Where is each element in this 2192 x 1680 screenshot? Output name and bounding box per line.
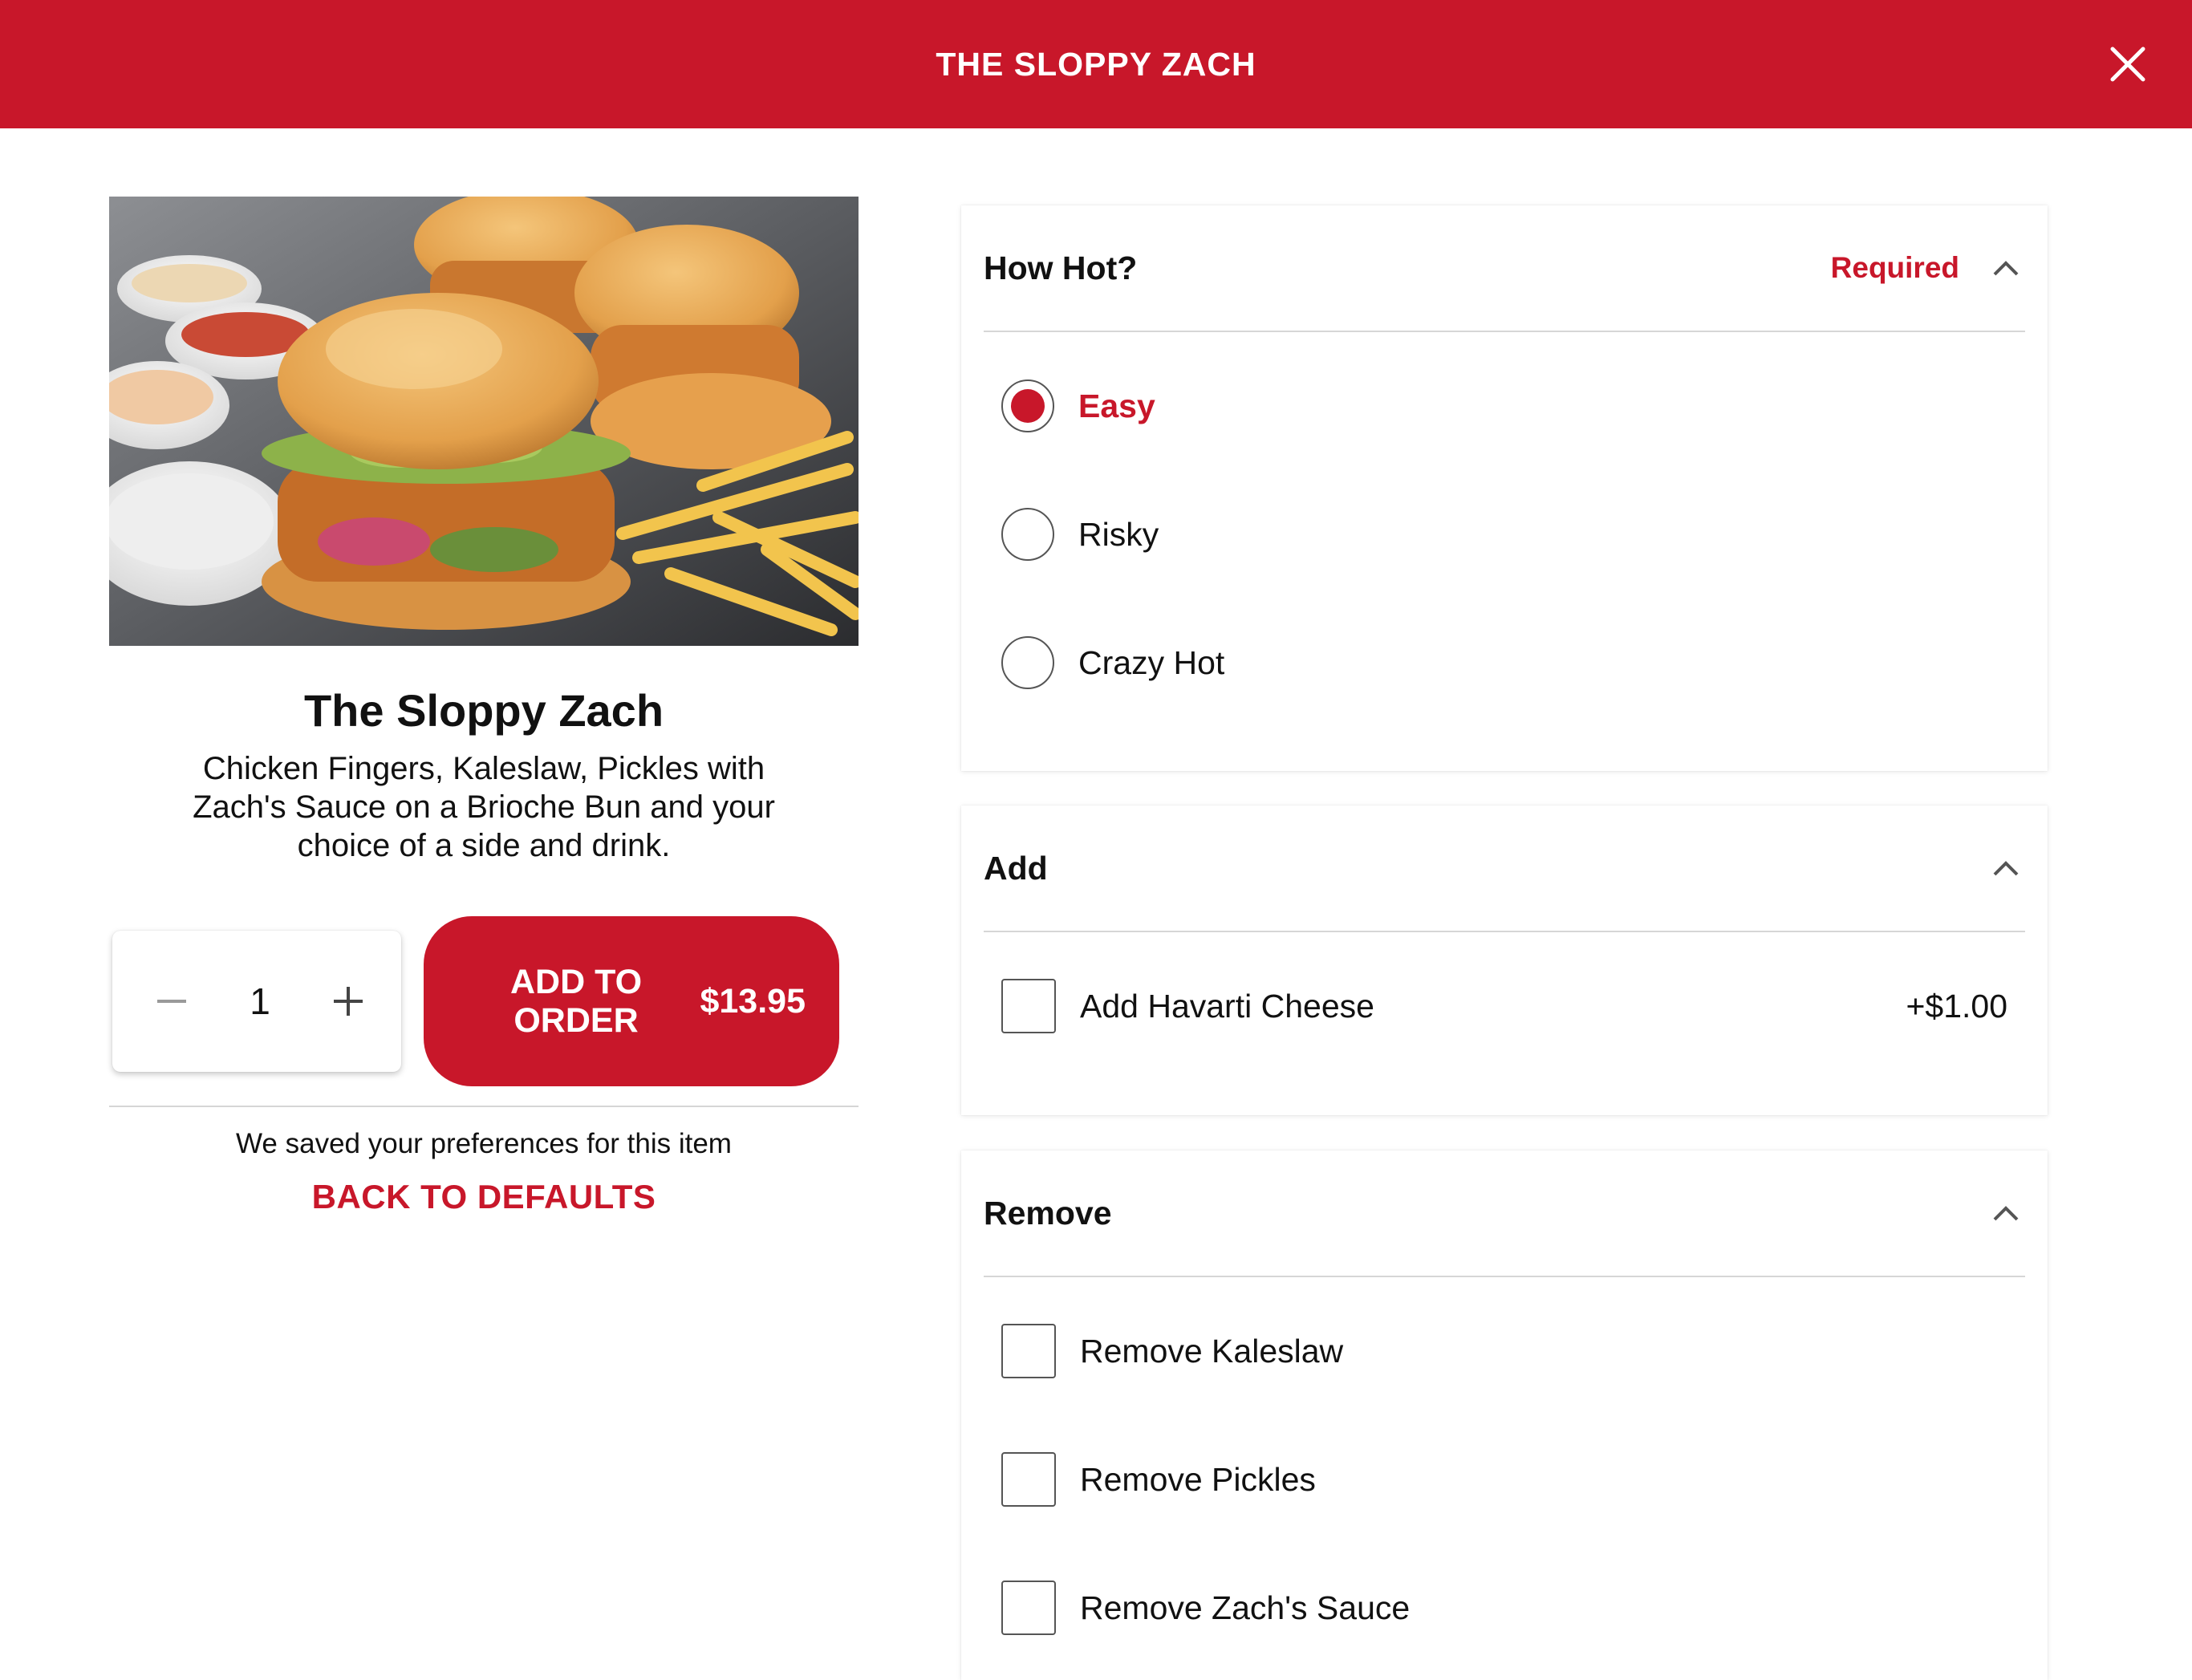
product-panel: The Sloppy Zach Chicken Fingers, Kalesla…: [109, 197, 859, 1216]
checkbox[interactable]: [1001, 1452, 1056, 1507]
option-label: Easy: [1078, 387, 1155, 424]
required-badge: Required: [1830, 251, 1959, 284]
option-label: Remove Pickles: [1080, 1460, 1316, 1498]
page-title: THE SLOPPY ZACH: [936, 45, 1256, 83]
add-to-order-label-line1: ADD TO: [509, 963, 643, 1001]
collapse-toggle[interactable]: [1987, 249, 2025, 287]
option-label: Remove Zach's Sauce: [1080, 1589, 1411, 1626]
product-image: [109, 197, 859, 646]
option-price: +$1.00: [1906, 987, 2007, 1025]
radio-button[interactable]: [1001, 379, 1054, 432]
increase-quantity-button[interactable]: [323, 976, 374, 1027]
add-to-order-label: ADD TO ORDER: [504, 963, 648, 1040]
saved-preferences-note: We saved your preferences for this item: [236, 1128, 732, 1159]
how-hot-header[interactable]: How Hot? Required: [984, 205, 2025, 332]
collapse-toggle[interactable]: [1987, 849, 2025, 887]
order-price: $13.95: [700, 981, 806, 1021]
checkbox-option-havarti[interactable]: Add Havarti Cheese +$1.00: [984, 942, 2025, 1070]
option-label: Risky: [1078, 515, 1159, 553]
chevron-up-icon: [1993, 261, 2019, 276]
divider: [109, 1106, 859, 1107]
product-description: Chicken Fingers, Kaleslaw, Pickles with …: [193, 751, 775, 863]
checkbox[interactable]: [1001, 1581, 1056, 1635]
product-name: The Sloppy Zach: [303, 685, 664, 736]
checkbox-option-kaleslaw[interactable]: Remove Kaleslaw: [984, 1287, 2025, 1415]
plus-icon: [334, 987, 363, 1016]
add-section: Add Add Havarti Cheese +$1.00: [961, 806, 2048, 1115]
chevron-up-icon: [1993, 861, 2019, 876]
section-title: Remove: [984, 1194, 1112, 1232]
remove-section: Remove Remove Kaleslaw Remove Pickles Re…: [961, 1150, 2048, 1680]
close-icon: [2110, 47, 2145, 82]
checkbox-option-pickles[interactable]: Remove Pickles: [984, 1415, 2025, 1544]
radio-button[interactable]: [1001, 508, 1054, 561]
remove-header[interactable]: Remove: [984, 1150, 2025, 1277]
back-to-defaults-link[interactable]: BACK TO DEFAULTS: [109, 1178, 859, 1216]
add-to-order-button[interactable]: ADD TO ORDER $13.95: [424, 916, 839, 1086]
radio-button[interactable]: [1001, 636, 1054, 689]
radio-option-risky[interactable]: Risky: [984, 470, 2025, 599]
option-label: Remove Kaleslaw: [1080, 1332, 1344, 1370]
checkbox-option-zachs-sauce[interactable]: Remove Zach's Sauce: [984, 1544, 2025, 1672]
section-title: How Hot?: [984, 249, 1138, 286]
top-bar: THE SLOPPY ZACH: [0, 0, 2192, 128]
chevron-up-icon: [1993, 1206, 2019, 1221]
option-label: Add Havarti Cheese: [1080, 987, 1374, 1025]
quantity-stepper: 1: [112, 931, 401, 1072]
checkbox[interactable]: [1001, 1324, 1056, 1378]
minus-icon: [157, 1000, 186, 1003]
decrease-quantity-button[interactable]: [146, 976, 197, 1027]
add-header[interactable]: Add: [984, 806, 2025, 932]
add-to-order-label-line2: ORDER: [513, 1001, 639, 1040]
section-title: Add: [984, 849, 1048, 887]
checkbox[interactable]: [1001, 979, 1056, 1033]
order-controls: 1 ADD TO ORDER $13.95: [109, 916, 859, 1086]
radio-option-crazy-hot[interactable]: Crazy Hot: [984, 599, 2025, 727]
quantity-value: 1: [250, 980, 270, 1022]
how-hot-section: How Hot? Required Easy Risky Crazy Hot: [961, 205, 2048, 771]
option-label: Crazy Hot: [1078, 643, 1225, 681]
collapse-toggle[interactable]: [1987, 1194, 2025, 1232]
close-button[interactable]: [2096, 32, 2160, 96]
radio-option-easy[interactable]: Easy: [984, 342, 2025, 470]
